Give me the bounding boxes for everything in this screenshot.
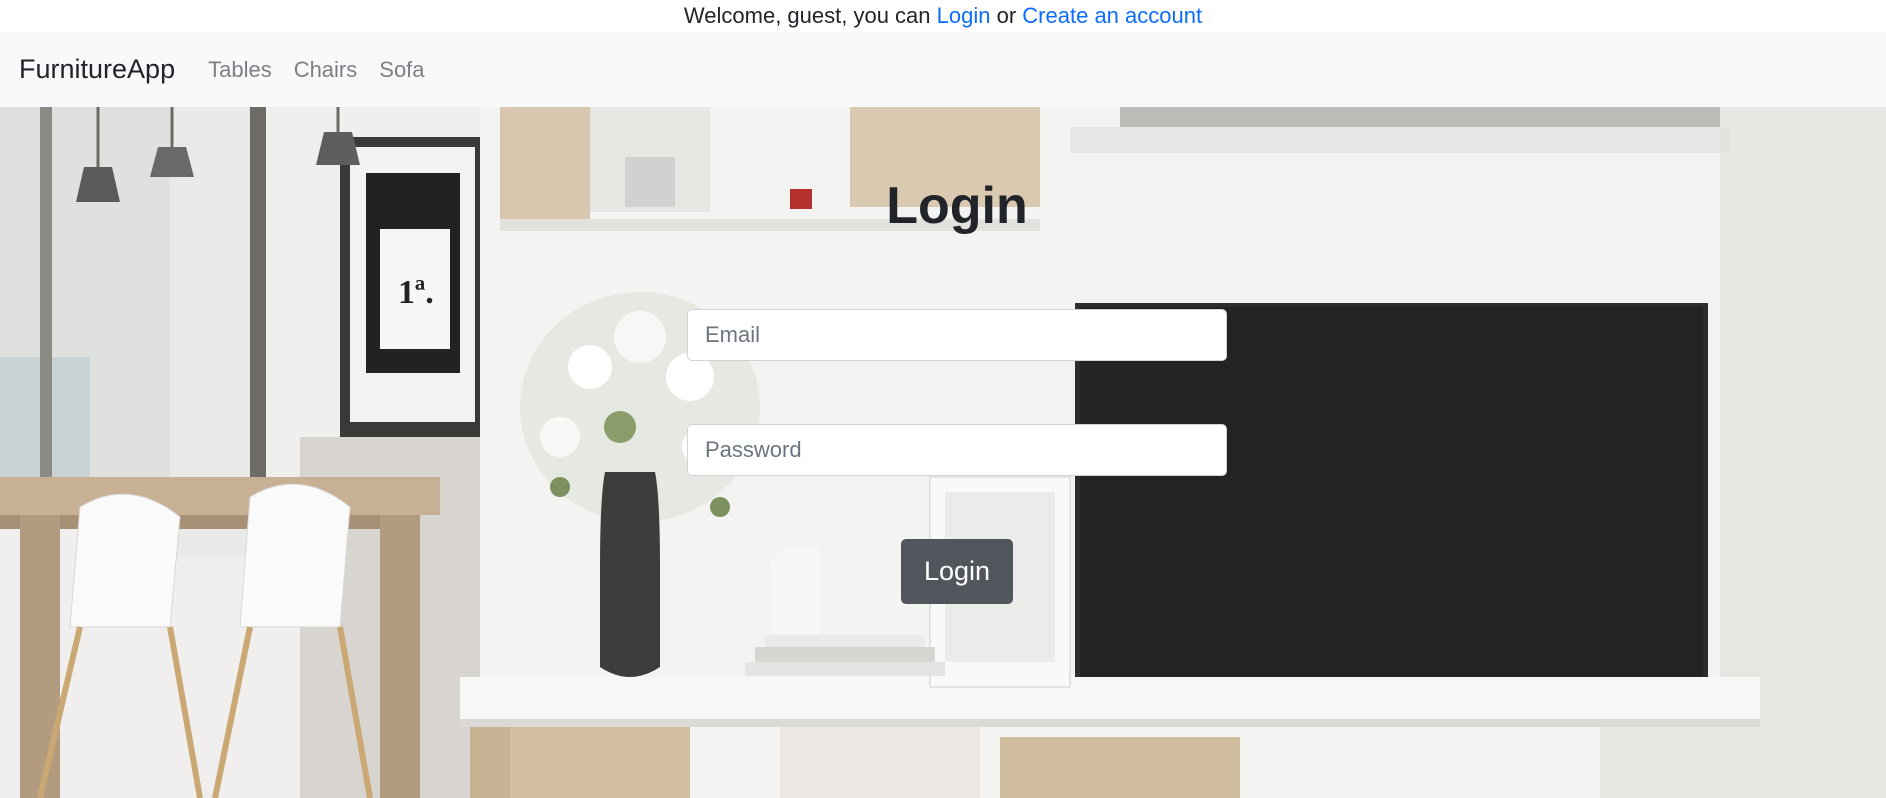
welcome-text: Welcome, guest, you can <box>683 3 937 28</box>
poster-text: 1ª. <box>398 274 434 311</box>
nav-link-chairs[interactable]: Chairs <box>294 57 358 83</box>
create-account-link[interactable]: Create an account <box>1022 3 1202 28</box>
login-link[interactable]: Login <box>937 3 991 28</box>
email-input[interactable] <box>687 309 1227 361</box>
password-input[interactable] <box>687 424 1227 476</box>
navbar: FurnitureApp Tables Chairs Sofa <box>0 32 1886 107</box>
nav-link-tables[interactable]: Tables <box>208 57 272 83</box>
welcome-bar: Welcome, guest, you can Login or Create … <box>0 0 1886 32</box>
page-title: Login <box>886 177 1028 235</box>
nav-link-sofa[interactable]: Sofa <box>379 57 424 83</box>
welcome-or-text: or <box>990 3 1023 28</box>
login-button[interactable]: Login <box>901 539 1013 604</box>
brand-link[interactable]: FurnitureApp <box>19 54 175 85</box>
